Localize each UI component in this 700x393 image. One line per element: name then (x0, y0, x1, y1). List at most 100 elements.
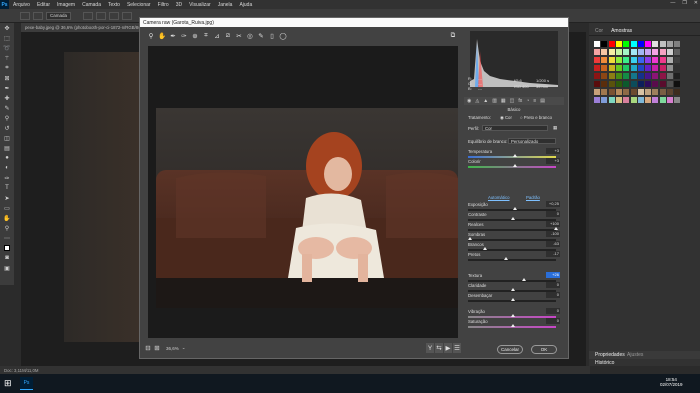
profile-browser-icon[interactable]: ▦ (553, 125, 557, 131)
quick-mask-icon[interactable]: ◙ (0, 253, 14, 263)
color-swatch[interactable] (645, 89, 652, 95)
menu-texto[interactable]: Texto (108, 2, 120, 8)
color-swatch[interactable] (601, 81, 608, 87)
slider-track-sombras[interactable] (468, 237, 556, 241)
zoom-icon[interactable]: ⚲ (146, 31, 156, 41)
color-swatch[interactable] (608, 49, 615, 55)
targeted-adjust-icon[interactable]: ⊕ (190, 31, 200, 41)
zoom-tool-icon[interactable]: ⚲ (0, 223, 14, 233)
slider-track-claridade[interactable] (468, 288, 556, 292)
slider-track-textura[interactable] (468, 278, 556, 282)
color-swatch[interactable] (630, 89, 637, 95)
auto-select-dropdown[interactable]: Camada (46, 11, 72, 20)
slider-value-exposicao[interactable]: +0,25 (546, 201, 560, 207)
detail-tab-icon[interactable]: ▲ (483, 98, 488, 104)
slider-thumb-contraste[interactable] (511, 217, 515, 220)
color-swatch[interactable] (601, 73, 608, 79)
menu-filtro[interactable]: Filtro (158, 2, 169, 8)
color-swatch[interactable] (630, 73, 637, 79)
color-swatch[interactable] (667, 97, 673, 103)
color-swatch[interactable] (659, 49, 666, 55)
color-swatch[interactable] (674, 65, 681, 71)
color-swatch[interactable] (615, 65, 622, 71)
photoshop-taskbar-icon[interactable]: Ps (20, 377, 33, 390)
path-selection-icon[interactable]: ➤ (0, 193, 14, 203)
color-swatch[interactable] (615, 81, 622, 87)
tab-propriedades[interactable]: Propriedades (595, 352, 625, 358)
tab-cor[interactable]: Cor (595, 28, 603, 34)
hand-tool-icon[interactable]: ✋ (0, 213, 14, 223)
color-swatch[interactable] (608, 97, 615, 103)
color-swatch[interactable] (645, 73, 652, 79)
zoom-level[interactable]: 36,6% (166, 346, 179, 351)
slider-thumb-pretos[interactable] (504, 257, 509, 260)
color-swatch[interactable] (667, 57, 673, 63)
crop-icon[interactable]: ⌗ (201, 31, 211, 41)
slider-track-brancos[interactable] (468, 247, 556, 251)
color-swatch[interactable] (659, 81, 666, 87)
align-left-button[interactable] (83, 11, 94, 20)
color-swatch[interactable] (659, 57, 666, 63)
color-swatch[interactable] (659, 41, 666, 47)
color-swatch[interactable] (615, 49, 622, 55)
auto-link[interactable]: Automático (488, 195, 510, 200)
color-swatch[interactable] (667, 73, 673, 79)
color-swatch[interactable] (674, 97, 681, 103)
straighten-icon[interactable]: ⊿ (212, 31, 222, 41)
color-swatch[interactable] (630, 49, 637, 55)
color-swatch[interactable] (594, 57, 600, 63)
split-toning-tab-icon[interactable]: ▦ (501, 98, 506, 104)
menu-imagem[interactable]: Imagem (57, 2, 75, 8)
align-center-button[interactable] (96, 11, 107, 20)
color-swatch[interactable] (652, 89, 659, 95)
presets-tab-icon[interactable]: ≡ (533, 98, 536, 104)
color-swatch[interactable] (637, 65, 644, 71)
color-swatch[interactable] (601, 97, 608, 103)
slider-track-contraste[interactable] (468, 217, 556, 221)
snapshots-tab-icon[interactable]: ▤ (540, 98, 545, 104)
color-swatch[interactable] (674, 89, 681, 95)
color-swatch[interactable] (594, 89, 600, 95)
slider-value-temperatura[interactable]: +3 (546, 148, 560, 154)
slider-value-vibracao[interactable]: 0 (546, 308, 560, 314)
color-swatch[interactable] (652, 41, 659, 47)
color-swatch[interactable] (608, 89, 615, 95)
tab-historico[interactable]: Histórico (595, 360, 614, 366)
color-swatch[interactable] (637, 97, 644, 103)
transform-icon[interactable]: ⧄ (223, 31, 233, 41)
slider-value-claridade[interactable]: 0 (546, 282, 560, 288)
tab-ajustes[interactable]: Ajustes (627, 352, 643, 358)
color-swatch[interactable] (630, 97, 637, 103)
more-tools-icon[interactable]: ⋯ (0, 233, 14, 243)
slider-thumb-temperatura[interactable] (512, 154, 517, 157)
view-settings-icon[interactable]: ☰ (453, 343, 461, 353)
basic-tab-icon[interactable]: ◉ (467, 98, 471, 104)
color-sampler-icon[interactable]: ✑ (179, 31, 189, 41)
color-swatch[interactable] (623, 57, 630, 63)
slider-value-sombras[interactable]: -100 (546, 231, 560, 237)
slider-thumb-colorir[interactable] (512, 164, 517, 167)
color-swatch[interactable] (667, 81, 673, 87)
red-eye-icon[interactable]: ◎ (245, 31, 255, 41)
windows-start-icon[interactable]: ⊞ (4, 378, 12, 389)
color-swatch[interactable] (637, 89, 644, 95)
color-swatch[interactable] (667, 41, 673, 47)
color-swatch[interactable] (674, 57, 681, 63)
color-swatch[interactable] (630, 57, 637, 63)
color-swatch[interactable] (652, 81, 659, 87)
color-swatch[interactable] (594, 49, 600, 55)
color-swatch[interactable] (615, 73, 622, 79)
lasso-tool-icon[interactable]: ➰ (0, 43, 14, 53)
color-swatch[interactable] (645, 57, 652, 63)
adjustment-brush-icon[interactable]: ✎ (256, 31, 266, 41)
slider-track-colorir[interactable] (468, 164, 556, 168)
view-swap-icon[interactable]: ▶ (444, 343, 452, 353)
color-swatch[interactable] (608, 41, 615, 47)
color-swatch[interactable] (659, 97, 666, 103)
slider-track-exposicao[interactable] (468, 207, 556, 211)
slider-track-desembacar[interactable] (468, 298, 556, 302)
minimize-button[interactable]: — (670, 0, 675, 6)
color-swatch[interactable] (637, 81, 644, 87)
frame-tool-icon[interactable]: ⊠ (0, 73, 14, 83)
maximize-button[interactable]: ❐ (682, 0, 686, 6)
